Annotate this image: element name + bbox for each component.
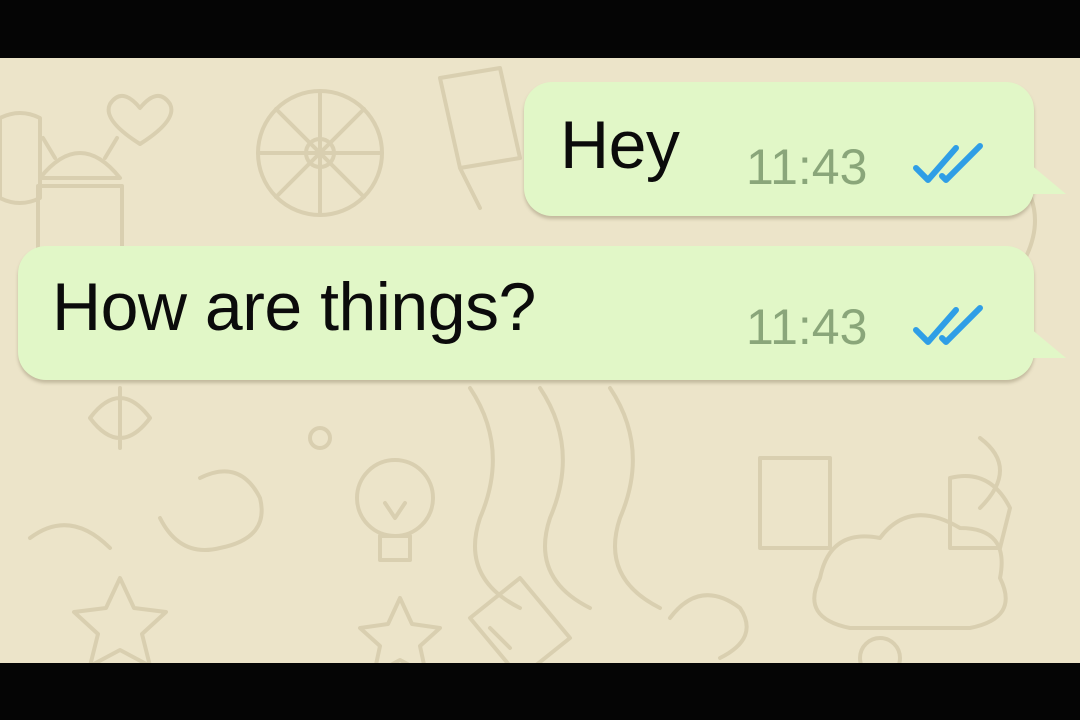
letterbox-top bbox=[0, 0, 1080, 58]
double-check-read-icon bbox=[913, 305, 983, 345]
message-timestamp: 11:43 bbox=[746, 299, 868, 355]
message-text: Hey bbox=[560, 107, 680, 183]
message-bubble-outgoing[interactable]: How are things? 11:43 bbox=[18, 246, 1066, 380]
message-bubble-outgoing[interactable]: Hey 11:43 bbox=[524, 82, 1066, 216]
message-timestamp: 11:43 bbox=[746, 139, 868, 195]
bubble-tail bbox=[1030, 328, 1066, 358]
double-check-read-icon bbox=[913, 143, 983, 183]
screenshot-frame: Hey 11:43 How are things? 11:43 bbox=[0, 0, 1080, 720]
message-text: How are things? bbox=[52, 269, 536, 345]
letterbox-bottom bbox=[0, 663, 1080, 720]
bubble-tail bbox=[1030, 164, 1066, 194]
chat-area[interactable]: Hey 11:43 How are things? 11:43 bbox=[0, 58, 1080, 663]
